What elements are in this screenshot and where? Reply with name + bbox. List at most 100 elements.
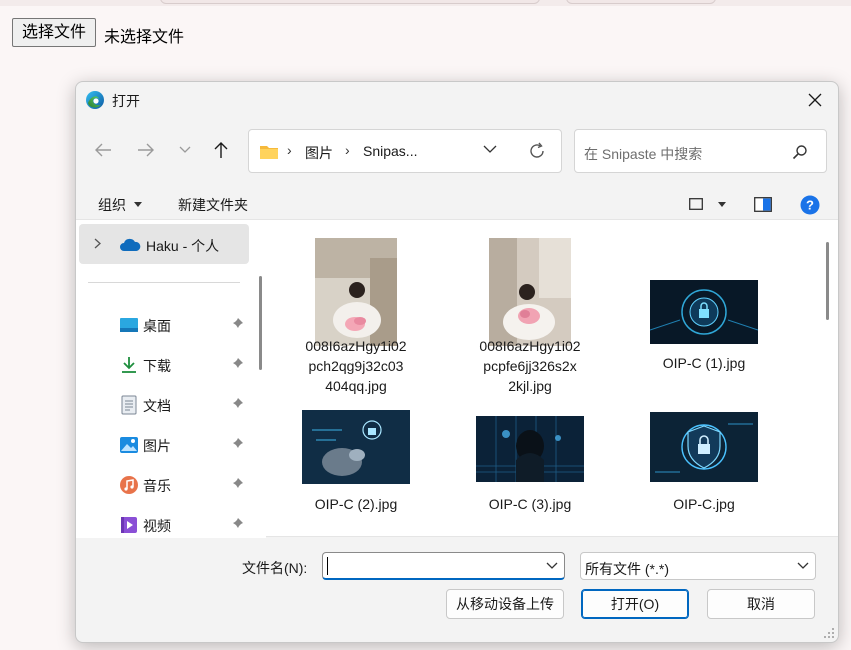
pin-icon[interactable]: [232, 477, 244, 489]
search-box[interactable]: 在 Snipaste 中搜索: [574, 129, 827, 173]
close-button[interactable]: [800, 86, 830, 114]
file-list: 008I6azHgy1i02 pch2qg9j32c03 404qq.jpg 0…: [271, 220, 819, 538]
sidebar-item-label: 文档: [143, 398, 171, 414]
file-name-line: 2kjl.jpg: [508, 378, 552, 394]
file-name-line: pch2qg9j32c03: [308, 358, 404, 374]
image-thumbnail: [315, 238, 397, 346]
image-thumbnail: [489, 238, 571, 346]
new-folder-button[interactable]: 新建文件夹: [178, 195, 248, 215]
sidebar-item-label: 下载: [143, 358, 171, 374]
nav-divider: [88, 282, 240, 283]
desktop-icon: [120, 318, 138, 332]
organize-menu[interactable]: 组织: [98, 195, 126, 215]
up-button[interactable]: [207, 136, 235, 164]
refresh-icon[interactable]: [527, 141, 547, 161]
image-thumbnail: [476, 416, 584, 482]
image-thumbnail: [650, 280, 758, 344]
file-name-line: OIP-C (2).jpg: [314, 496, 398, 512]
search-placeholder: 在 Snipaste 中搜索: [584, 146, 703, 162]
caret-down-icon: [134, 202, 142, 207]
edge-browser-icon: [86, 91, 104, 109]
arrow-right-icon: [138, 143, 154, 157]
filename-input[interactable]: [322, 552, 565, 580]
upload-from-mobile-button[interactable]: 从移动设备上传: [446, 589, 564, 619]
address-bar[interactable]: › 图片 › Snipas...: [248, 129, 562, 173]
sidebar-item-downloads[interactable]: 下载: [76, 344, 266, 384]
sidebar-item-documents[interactable]: 文档: [76, 384, 266, 424]
sidebar-item-label: 音乐: [143, 478, 171, 494]
file-name-line: 008I6azHgy1i02: [305, 338, 407, 354]
recent-locations-button[interactable]: [171, 136, 199, 164]
file-item[interactable]: OIP-C (2).jpg: [271, 410, 441, 528]
sidebar-item-label: Haku - 个人: [146, 238, 220, 254]
page-top-control-2: [566, 0, 716, 4]
file-item[interactable]: 008I6azHgy1i02 pch2qg9j32c03 404qq.jpg: [271, 220, 441, 415]
breadcrumb-pictures[interactable]: 图片: [305, 143, 333, 163]
image-thumbnail: [302, 410, 410, 484]
chevron-down-icon[interactable]: [483, 144, 497, 154]
pin-icon[interactable]: [232, 437, 244, 449]
search-icon: [792, 145, 807, 160]
sidebar-item-pictures[interactable]: 图片: [76, 424, 266, 464]
caret-down-icon[interactable]: [718, 202, 726, 207]
video-icon: [121, 517, 137, 533]
chevron-down-icon[interactable]: [546, 562, 558, 570]
file-status-text: 未选择文件: [104, 29, 185, 46]
help-icon[interactable]: ?: [800, 195, 820, 215]
open-file-dialog: 打开 › 图片 › Snipas... 在 Snipaste 中搜索 组织 新建…: [75, 81, 839, 643]
image-thumbnail: [650, 412, 758, 482]
folder-icon: [260, 146, 278, 159]
file-item[interactable]: 008I6azHgy1i02 pcpfe6jj326s2x 2kjl.jpg: [445, 220, 615, 415]
resize-grip-icon[interactable]: [823, 627, 835, 639]
pin-icon[interactable]: [232, 357, 244, 369]
sidebar-item-label: 图片: [143, 438, 171, 454]
file-name-line: pcpfe6jj326s2x: [483, 358, 577, 374]
view-icon[interactable]: [689, 198, 703, 210]
breadcrumb-separator: ›: [345, 142, 350, 158]
sidebar-item-music[interactable]: 音乐: [76, 464, 266, 504]
download-icon: [122, 357, 136, 373]
file-name-line: OIP-C (3).jpg: [488, 496, 572, 512]
file-item[interactable]: OIP-C (1).jpg: [619, 220, 789, 415]
sidebar-item-label: 视频: [143, 518, 171, 534]
nav-scrollbar[interactable]: [259, 276, 262, 370]
chevron-right-icon[interactable]: [94, 238, 101, 249]
open-button[interactable]: 打开(O): [581, 589, 689, 619]
file-item[interactable]: OIP-C.jpg: [619, 410, 789, 528]
arrow-left-icon: [95, 143, 111, 157]
file-item[interactable]: OIP-C (3).jpg: [445, 410, 615, 528]
pin-icon[interactable]: [232, 517, 244, 529]
sidebar-item-onedrive[interactable]: Haku - 个人: [79, 224, 249, 264]
onedrive-cloud-icon: [120, 238, 141, 251]
preview-pane-icon[interactable]: [754, 197, 772, 212]
navigation-pane: Haku - 个人 桌面 下载 文档 图片 音乐 视频: [76, 220, 266, 538]
dialog-titlebar: 打开: [76, 82, 838, 118]
file-name-line: 404qq.jpg: [325, 378, 387, 394]
sidebar-item-label: 桌面: [143, 318, 171, 334]
navigation-row: › 图片 › Snipas... 在 Snipaste 中搜索: [76, 126, 838, 174]
command-bar: 组织 新建文件夹 ?: [76, 186, 838, 220]
document-icon: [121, 395, 137, 415]
file-name-line: OIP-C.jpg: [673, 496, 735, 512]
close-icon: [808, 93, 822, 107]
breadcrumb-snipaste[interactable]: Snipas...: [363, 143, 417, 159]
forward-button[interactable]: [132, 136, 160, 164]
svg-text:?: ?: [806, 198, 814, 213]
chevron-down-icon: [797, 562, 809, 569]
content-area: Haku - 个人 桌面 下载 文档 图片 音乐 视频 008I6azHgy1i…: [76, 219, 838, 538]
sidebar-item-desktop[interactable]: 桌面: [76, 304, 266, 344]
back-button[interactable]: [89, 136, 117, 164]
file-name-line: OIP-C (1).jpg: [662, 355, 746, 371]
cancel-button[interactable]: 取消: [707, 589, 815, 619]
sidebar-item-videos[interactable]: 视频: [76, 504, 266, 544]
file-list-scrollbar[interactable]: [826, 242, 829, 320]
music-icon: [120, 476, 138, 494]
choose-file-button[interactable]: 选择文件: [12, 18, 97, 47]
pin-icon[interactable]: [232, 317, 244, 329]
arrow-up-icon: [214, 142, 228, 158]
chevron-down-icon: [179, 146, 191, 153]
pictures-icon: [120, 437, 138, 453]
filetype-select[interactable]: 所有文件 (*.*): [580, 552, 816, 580]
filename-label: 文件名(N):: [242, 560, 308, 576]
pin-icon[interactable]: [232, 397, 244, 409]
